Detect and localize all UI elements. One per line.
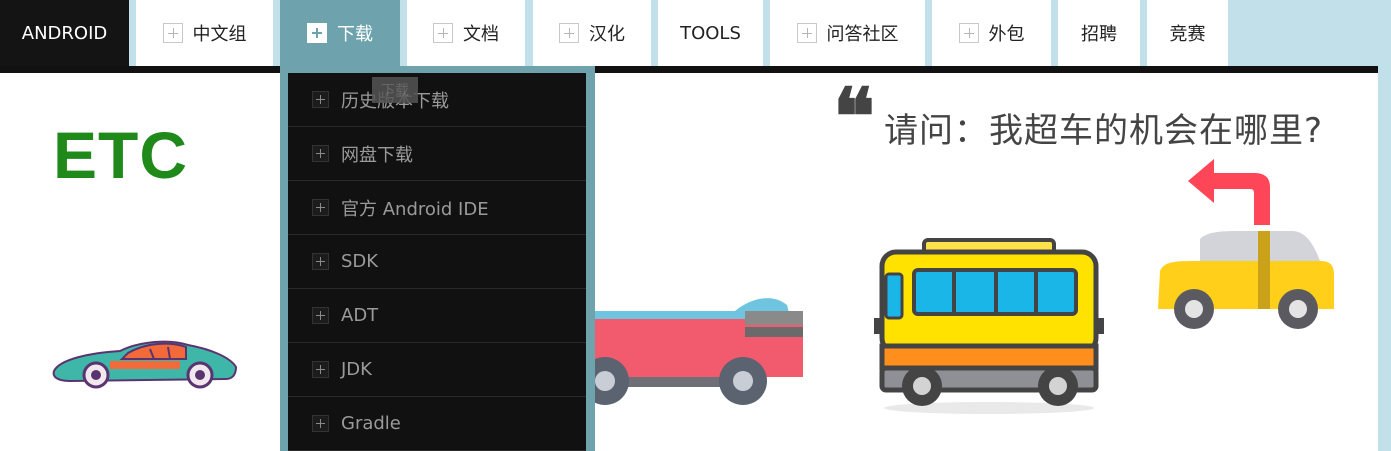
plus-icon <box>162 23 183 43</box>
nav-item-competition[interactable]: 竞赛 <box>1147 0 1228 66</box>
dropdown-item-gradle[interactable]: Gradle <box>288 397 586 451</box>
plus-icon <box>312 199 329 216</box>
nav-item-label: 招聘 <box>1081 24 1117 45</box>
sports-car-icon <box>52 340 238 389</box>
nav-item-label: 文档 <box>463 24 499 45</box>
plus-icon <box>433 23 453 43</box>
plus-icon <box>307 23 327 43</box>
dropdown-item-adt[interactable]: ADT <box>288 289 586 343</box>
dropdown-item-android-ide[interactable]: 官方 Android IDE <box>288 181 586 235</box>
hero-banner[interactable]: ETC ❝ 请问：我超车的机会在哪里? <box>0 73 1378 451</box>
plus-icon <box>312 253 329 270</box>
dropdown-item-label: JDK <box>341 359 372 380</box>
nav-brand-android[interactable]: ANDROID <box>0 0 129 66</box>
quote-icon: ❝ <box>833 74 875 161</box>
banner-slogan: 请问：我超车的机会在哪里? <box>884 111 1324 151</box>
nav-item-label: 汉化 <box>589 24 625 45</box>
nav-item-outsourcing[interactable]: 外包 <box>932 0 1051 66</box>
hover-tooltip: 下载 <box>372 77 418 103</box>
nav-item-jobs[interactable]: 招聘 <box>1058 0 1140 66</box>
plus-icon <box>312 91 329 108</box>
plus-icon <box>312 307 329 324</box>
nav-item-chinese-group[interactable]: 中文组 <box>136 0 273 66</box>
nav-item-qa-community[interactable]: 问答社区 <box>770 0 925 66</box>
dropdown-item-label: SDK <box>341 251 379 272</box>
plus-icon <box>312 145 329 162</box>
nav-item-docs[interactable]: 文档 <box>407 0 525 66</box>
bus-icon <box>874 238 1104 414</box>
brand-label: ANDROID <box>21 22 108 44</box>
dropdown-item-label: 网盘下载 <box>341 144 413 166</box>
nav-item-localization[interactable]: 汉化 <box>533 0 651 66</box>
turn-arrow-icon <box>1188 159 1270 225</box>
nav-item-label: 中文组 <box>192 24 247 45</box>
dropdown-item-jdk[interactable]: JDK <box>288 343 586 397</box>
dropdown-item-label: Gradle <box>341 413 401 434</box>
dropdown-item-label: 官方 Android IDE <box>341 198 489 220</box>
dropdown-item-label: ADT <box>341 305 379 326</box>
nav-item-tools[interactable]: TOOLS <box>658 0 763 66</box>
plus-icon <box>312 361 329 378</box>
nav-divider <box>0 66 1378 73</box>
dropdown-item-history-versions[interactable]: 历史版本下载 <box>288 73 586 127</box>
plus-icon <box>312 415 329 432</box>
plus-icon <box>958 23 979 43</box>
nav-item-label: 外包 <box>988 24 1025 45</box>
nav-item-label: 下载 <box>337 24 373 45</box>
red-car-icon <box>595 298 803 405</box>
download-dropdown: 历史版本下载 网盘下载 官方 Android IDE SDK ADT JDK G… <box>288 73 586 451</box>
nav-item-download[interactable]: 下载 <box>280 0 400 66</box>
dropdown-item-sdk[interactable]: SDK <box>288 235 586 289</box>
top-nav: ANDROID 中文组 下载 文档 汉化 TOOLS 问答社区 外包 招聘 竞赛 <box>0 0 1391 66</box>
plus-icon <box>796 23 817 43</box>
nav-item-label: 竞赛 <box>1169 24 1206 45</box>
page-margin <box>1378 66 1391 451</box>
nav-item-label: TOOLS <box>680 22 741 44</box>
etc-logo: ETC <box>53 118 188 192</box>
yellow-car-icon <box>1158 231 1334 329</box>
nav-item-label: 问答社区 <box>826 24 899 45</box>
dropdown-item-netdisk-download[interactable]: 网盘下载 <box>288 127 586 181</box>
plus-icon <box>559 23 579 43</box>
